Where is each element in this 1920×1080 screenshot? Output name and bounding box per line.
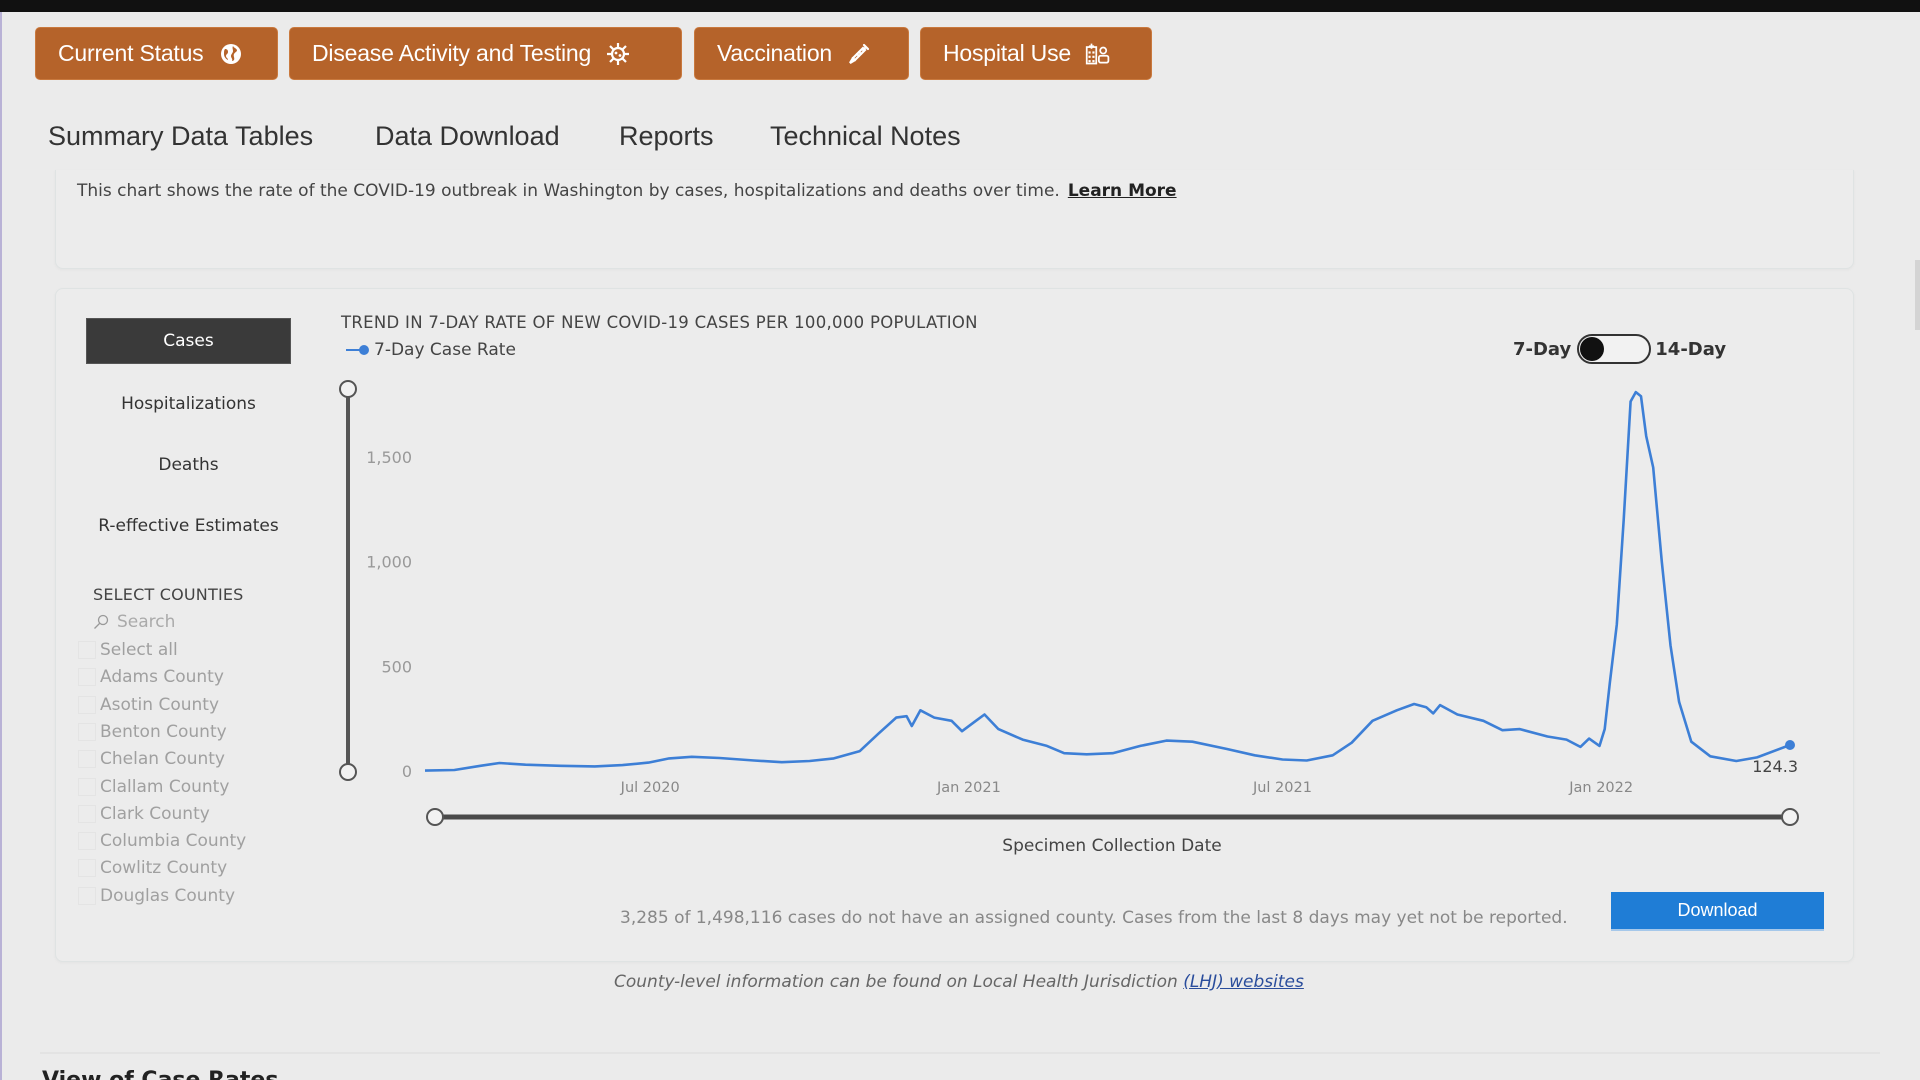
search-icon	[93, 614, 109, 630]
nav-label: Vaccination	[717, 40, 833, 66]
metric-cases-button[interactable]: Cases	[86, 318, 291, 364]
chart-legend: 7-Day Case Rate	[344, 340, 516, 360]
county-label: Clallam County	[100, 776, 230, 797]
learn-more-link[interactable]: Learn More	[1068, 181, 1177, 201]
county-label: Columbia County	[100, 831, 247, 852]
county-checkbox[interactable]	[78, 641, 96, 659]
subnav-data-download[interactable]: Data Download	[375, 121, 560, 152]
intro-description: This chart shows the rate of the COVID-1…	[77, 181, 1177, 201]
county-label: Douglas County	[100, 885, 236, 906]
lhj-note: County-level information can be found on…	[614, 972, 1304, 992]
county-item[interactable]: Cowlitz County	[78, 858, 228, 879]
county-checkbox[interactable]	[78, 859, 96, 878]
download-button[interactable]: Download	[1611, 892, 1824, 931]
county-checkbox[interactable]	[78, 804, 96, 823]
county-item[interactable]: Clallam County	[78, 776, 230, 797]
county-item[interactable]: Select all	[78, 640, 178, 660]
county-item[interactable]: Adams County	[78, 667, 224, 688]
syringe-icon	[846, 41, 872, 67]
lhj-text: County-level information can be found on…	[614, 972, 1184, 992]
metric-r-effective-button[interactable]: R-effective Estimates	[86, 503, 291, 549]
county-item[interactable]: Chelan County	[78, 749, 225, 770]
county-checkbox[interactable]	[78, 695, 96, 714]
hospital-icon	[1085, 41, 1111, 67]
toggle-label-7-day: 7-Day	[1513, 338, 1572, 360]
lhj-websites-link[interactable]: (LHJ) websites	[1183, 972, 1304, 992]
nav-label: Disease Activity and Testing	[312, 40, 592, 66]
nav-hospital-use-button[interactable]: Hospital Use	[920, 27, 1152, 80]
legend-label: 7-Day Case Rate	[374, 340, 516, 360]
virus-icon	[605, 41, 631, 67]
intro-text: This chart shows the rate of the COVID-1…	[77, 181, 1060, 201]
section-divider	[40, 1052, 1880, 1054]
county-label: Select all	[100, 640, 178, 660]
nav-disease-activity-button[interactable]: Disease Activity and Testing	[289, 27, 682, 80]
search-placeholder: Search	[117, 612, 176, 632]
nav-label: Current Status	[58, 40, 204, 66]
toggle-knob[interactable]	[1580, 337, 1605, 361]
rate-window-toggle: 7-Day 14-Day	[1513, 334, 1726, 364]
next-section-heading: View of Case Rates	[42, 1068, 278, 1080]
chart-title: TREND IN 7-DAY RATE OF NEW COVID-19 CASE…	[341, 313, 978, 332]
window-left-edge	[0, 12, 2, 1080]
nav-current-status-button[interactable]: Current Status	[35, 27, 278, 80]
subnav-technical-notes[interactable]: Technical Notes	[770, 121, 961, 152]
county-label: Clark County	[100, 803, 210, 824]
page-scrollbar[interactable]	[1915, 260, 1920, 330]
county-search-input[interactable]: Search	[93, 612, 175, 632]
chart-card	[55, 288, 1854, 962]
subnav-summary-data-tables[interactable]: Summary Data Tables	[48, 121, 313, 152]
county-item[interactable]: Asotin County	[78, 694, 219, 715]
nav-label: Hospital Use	[943, 40, 1071, 66]
county-label: Adams County	[100, 667, 224, 688]
legend-marker-icon	[346, 345, 369, 355]
metric-hospitalizations-button[interactable]: Hospitalizations	[86, 381, 291, 427]
county-checkbox[interactable]	[78, 777, 96, 796]
county-label: Chelan County	[100, 749, 225, 770]
county-item[interactable]: Clark County	[78, 803, 210, 824]
county-checkbox[interactable]	[78, 668, 96, 687]
county-label: Benton County	[100, 721, 227, 742]
globe-icon	[218, 41, 244, 67]
toggle-label-14-day: 14-Day	[1655, 338, 1727, 360]
county-checkbox[interactable]	[78, 750, 96, 769]
county-checkbox[interactable]	[78, 886, 96, 905]
county-item[interactable]: Benton County	[78, 721, 227, 742]
county-label: Cowlitz County	[100, 858, 228, 879]
subnav-reports[interactable]: Reports	[619, 121, 714, 152]
county-label: Asotin County	[100, 694, 219, 715]
county-item[interactable]: Columbia County	[78, 831, 247, 852]
nav-vaccination-button[interactable]: Vaccination	[694, 27, 909, 80]
county-checkbox[interactable]	[78, 832, 96, 851]
county-checkbox[interactable]	[78, 722, 96, 741]
toggle-switch[interactable]	[1577, 334, 1652, 364]
metric-deaths-button[interactable]: Deaths	[86, 442, 291, 488]
select-counties-title: SELECT COUNTIES	[93, 585, 244, 604]
window-top-bar	[0, 0, 1920, 12]
county-item[interactable]: Douglas County	[78, 885, 236, 906]
unassigned-cases-note: 3,285 of 1,498,116 cases do not have an …	[620, 908, 1568, 928]
